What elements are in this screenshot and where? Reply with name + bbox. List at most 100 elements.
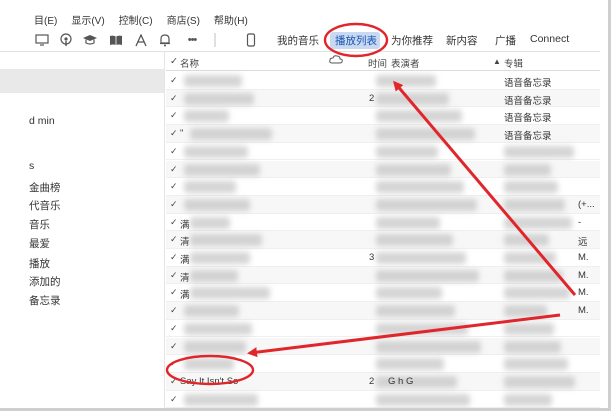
table-row[interactable]: ✓	[166, 143, 600, 161]
redacted-name	[184, 75, 242, 87]
redacted-album	[504, 358, 568, 371]
table-row[interactable]: ✓ 满 3 M.	[166, 249, 600, 267]
menu-help[interactable]: 帮助(H)	[214, 12, 248, 27]
monitor-icon[interactable]	[34, 32, 50, 48]
sidebar-item-recently-added[interactable]: 添加的	[29, 274, 61, 289]
sidebar-item-favorites[interactable]: 最爱	[29, 236, 50, 251]
sidebar-item-played[interactable]: 播放	[29, 256, 50, 271]
bell-icon[interactable]	[157, 32, 173, 48]
table-row[interactable]: ✓	[166, 320, 600, 338]
table-row[interactable]: ✓ " 语音备忘录	[166, 125, 600, 143]
row-checkbox[interactable]: ✓	[170, 306, 179, 315]
redacted-name	[190, 128, 272, 141]
menu-view[interactable]: 显示(V)	[71, 12, 104, 27]
table-row[interactable]: ✓ 语音备忘录	[166, 72, 600, 90]
row-checkbox[interactable]: ✓	[170, 111, 179, 120]
row-checkbox[interactable]: ✓	[170, 182, 179, 191]
row-checkbox[interactable]: ✓	[170, 199, 179, 209]
row-checkbox[interactable]: ✓	[170, 93, 179, 103]
redacted-album	[504, 287, 570, 300]
redacted-name	[190, 252, 250, 264]
redacted-name	[184, 92, 254, 105]
table-row[interactable]: ✓	[166, 355, 600, 373]
table-row[interactable]: ✓	[166, 178, 600, 196]
row-album: 语音备忘录	[504, 95, 552, 107]
cloud-icon[interactable]	[329, 54, 343, 67]
tab-my-music[interactable]: 我的音乐	[277, 33, 319, 48]
redacted-artist	[376, 358, 444, 371]
sidebar-item-era-music[interactable]: 代音乐	[29, 198, 61, 213]
row-checkbox[interactable]: ✓	[170, 76, 179, 85]
row-checkbox[interactable]: ✓	[170, 394, 179, 404]
table-row[interactable]: ✓ 满 -	[166, 214, 600, 232]
redacted-artist	[376, 322, 468, 335]
redacted-name	[184, 322, 252, 335]
table-row[interactable]: ✓	[166, 337, 600, 356]
column-header-name[interactable]: 名称	[180, 56, 199, 70]
table-row[interactable]: ✓ 满 M.	[166, 284, 600, 303]
redacted-artist	[376, 163, 451, 176]
row-album: M.	[578, 305, 589, 317]
apps-icon[interactable]	[133, 32, 149, 48]
column-header-time[interactable]: 时间	[368, 56, 387, 70]
redacted-artist	[376, 198, 477, 211]
row-checkbox[interactable]: ✓	[170, 359, 179, 368]
redacted-artist	[376, 110, 462, 123]
table-row[interactable]: ✓ 清 远	[166, 231, 600, 249]
row-checkbox[interactable]: ✓	[170, 146, 179, 156]
row-checkbox[interactable]: ✓	[170, 164, 179, 174]
more-icon[interactable]: •••	[181, 32, 203, 48]
row-checkbox[interactable]: ✓	[170, 341, 179, 351]
row-checkbox[interactable]: ✓	[170, 129, 179, 138]
tab-new[interactable]: 新内容	[446, 33, 478, 48]
table-row[interactable]: ✓ 语音备忘录	[166, 107, 600, 126]
row-checkbox[interactable]: ✓	[170, 323, 179, 333]
redacted-artist	[376, 216, 440, 229]
row-time: 3	[369, 252, 375, 263]
row-name: 满	[180, 219, 190, 231]
tab-radio[interactable]: 广播	[495, 33, 516, 48]
graduation-cap-icon[interactable]	[82, 32, 98, 48]
podcast-icon[interactable]	[58, 32, 74, 48]
menu-controls[interactable]: 控制(C)	[119, 12, 153, 27]
table-row[interactable]: ✓ Say It Isn't So 2 G h G	[166, 372, 600, 391]
table-row[interactable]: ✓ 清 M.	[166, 266, 600, 285]
row-checkbox[interactable]: ✓	[170, 288, 179, 297]
toolbar: ••• 我的音乐 播放列表 为你推荐 新内容 广播 Connect	[0, 28, 600, 52]
column-header-album[interactable]: 专辑	[504, 56, 523, 70]
tab-for-you[interactable]: 为你推荐	[391, 33, 433, 48]
table-row[interactable]: ✓	[166, 391, 600, 408]
menu-store[interactable]: 商店(S)	[167, 12, 200, 27]
books-icon[interactable]	[108, 32, 124, 48]
redacted-artist	[376, 252, 466, 264]
itunes-window: 目(E) 显示(V) 控制(C) 商店(S) 帮助(H) ••• 我的音乐 播放…	[0, 0, 611, 411]
sort-arrow-icon[interactable]: ▲	[493, 57, 501, 66]
table-row[interactable]: ✓ (+...	[166, 195, 600, 214]
redacted-name	[190, 287, 270, 300]
device-icon[interactable]	[243, 32, 259, 48]
row-checkbox[interactable]: ✓	[170, 270, 179, 280]
tab-playlists[interactable]: 播放列表	[335, 33, 377, 48]
sidebar-selected-item[interactable]	[0, 69, 164, 93]
redacted-album	[504, 340, 561, 353]
row-checkbox[interactable]: ✓	[170, 217, 179, 227]
row-album: 语音备忘录	[504, 78, 552, 89]
redacted-artist	[376, 393, 470, 406]
sidebar-item-chart[interactable]: 金曲榜	[29, 180, 61, 195]
menu-edit[interactable]: 目(E)	[34, 12, 57, 27]
sidebar-item-voice-memos[interactable]: 备忘录	[29, 293, 61, 308]
sidebar-item-s[interactable]: s	[29, 160, 34, 172]
row-checkbox[interactable]: ✓	[170, 253, 179, 262]
tab-connect[interactable]: Connect	[530, 33, 569, 45]
row-checkbox[interactable]: ✓	[170, 376, 179, 386]
menu-bar: 目(E) 显示(V) 控制(C) 商店(S) 帮助(H)	[0, 10, 600, 28]
row-album: 远	[578, 237, 588, 249]
table-row[interactable]: ✓ M.	[166, 302, 600, 320]
column-header-artist[interactable]: 表演者	[391, 56, 420, 70]
table-row[interactable]: ✓ 2 语音备忘录	[166, 89, 600, 108]
redacted-artist	[376, 75, 436, 87]
sidebar-item-music[interactable]: 音乐	[29, 217, 50, 232]
row-checkbox[interactable]: ✓	[170, 235, 179, 244]
header-check-icon[interactable]: ✓	[170, 56, 178, 67]
table-row[interactable]: ✓	[166, 160, 600, 179]
